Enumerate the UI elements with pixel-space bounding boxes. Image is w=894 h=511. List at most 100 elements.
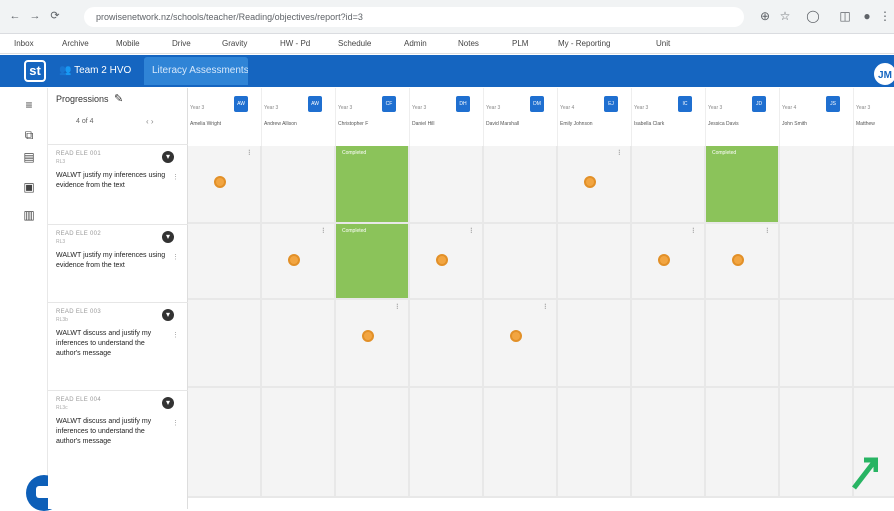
cell-menu-icon[interactable]: ⁝	[544, 302, 547, 312]
student-column-header[interactable]: Year 3 DH Daniel Hill	[410, 88, 484, 146]
progress-dot[interactable]	[510, 330, 522, 342]
more-icon[interactable]: ⋮	[172, 253, 179, 261]
assessment-cell[interactable]	[262, 146, 336, 224]
user-avatar[interactable]: JM	[872, 61, 894, 87]
assessment-cell[interactable]	[188, 388, 262, 498]
cell-menu-icon[interactable]: ⁝	[470, 226, 473, 236]
student-column-header[interactable]: Year 3MMMatthew	[854, 88, 894, 146]
objective-item[interactable]: READ ELE 004 RL3c WALWT discuss and justif…	[48, 390, 188, 490]
assessment-cell[interactable]	[780, 146, 854, 224]
assessment-cell[interactable]	[262, 300, 336, 388]
bookmark-item[interactable]: Mobile	[116, 39, 140, 48]
report-icon[interactable]: ▥	[22, 208, 36, 222]
menu-icon[interactable]: ⋮	[878, 9, 892, 23]
more-icon[interactable]: ⋮	[172, 331, 179, 339]
bookmark-item[interactable]: PLM	[512, 39, 528, 48]
student-column-header[interactable]: Year 3 AW Andrew Allison	[262, 88, 336, 146]
assessment-cell[interactable]	[632, 388, 706, 498]
assessment-cell[interactable]: Completed	[336, 224, 410, 300]
bookmark-item[interactable]: Archive	[62, 39, 89, 48]
objective-item[interactable]: READ ELE 002 RL3 WALWT justify my inferenc…	[48, 224, 188, 302]
assessment-cell[interactable]	[188, 224, 262, 300]
assessment-cell[interactable]	[854, 146, 894, 224]
assessment-cell[interactable]	[558, 300, 632, 388]
save-icon[interactable]: ▣	[22, 180, 36, 194]
assessment-cell[interactable]	[410, 300, 484, 388]
student-column-header[interactable]: Year 3 CF Christopher F	[336, 88, 410, 146]
pager-nav-icon[interactable]: ‹ ›	[146, 117, 154, 126]
star-icon[interactable]: ☆	[778, 9, 792, 23]
assessment-cell[interactable]	[632, 146, 706, 224]
objective-menu-icon[interactable]: ▾	[162, 397, 174, 409]
assessment-cell[interactable]	[632, 300, 706, 388]
team-button[interactable]: 👥 Team 2 HVO	[55, 60, 143, 82]
assessment-cell[interactable]	[336, 388, 410, 498]
progress-dot[interactable]	[584, 176, 596, 188]
bookmark-item[interactable]: Unit	[656, 39, 670, 48]
student-column-header[interactable]: Year 4 JS John Smith	[780, 88, 854, 146]
cell-menu-icon[interactable]: ⁝	[618, 148, 621, 158]
hamburger-icon[interactable]: ≡	[22, 98, 36, 112]
cell-menu-icon[interactable]: ⁝	[396, 302, 399, 312]
profile-icon[interactable]: ●	[860, 9, 874, 23]
assessment-cell[interactable]	[558, 388, 632, 498]
calendar-icon[interactable]: ▤	[22, 150, 36, 164]
bookmark-item[interactable]: Inbox	[14, 39, 34, 48]
cell-menu-icon[interactable]: ⁝	[248, 148, 251, 158]
sidebar-icon[interactable]: ◫	[838, 9, 852, 23]
bookmark-item[interactable]: HW - Pd	[280, 39, 310, 48]
more-icon[interactable]: ⋮	[172, 173, 179, 181]
assessment-cell[interactable]	[854, 224, 894, 300]
student-column-header[interactable]: Year 3 IC Isabella Clark	[632, 88, 706, 146]
cell-menu-icon[interactable]: ⁝	[766, 226, 769, 236]
more-icon[interactable]: ⋮	[172, 419, 179, 427]
extensions-icon[interactable]: ◯	[806, 9, 820, 23]
assessment-cell[interactable]: Completed	[706, 146, 780, 224]
bookmark-item[interactable]: Gravity	[222, 39, 247, 48]
edit-icon[interactable]: ✎	[114, 92, 123, 105]
address-bar[interactable]: prowisenetwork.nz/schools/teacher/Readin…	[84, 7, 744, 27]
assessment-cell[interactable]: Completed	[336, 146, 410, 224]
assessment-cell[interactable]	[854, 300, 894, 388]
assessment-cell[interactable]	[558, 224, 632, 300]
bookmark-item[interactable]: Schedule	[338, 39, 371, 48]
cell-menu-icon[interactable]: ⁝	[692, 226, 695, 236]
bookmark-item[interactable]: My - Reporting	[558, 39, 610, 48]
assessment-cell[interactable]	[410, 146, 484, 224]
assessment-cell[interactable]	[706, 300, 780, 388]
app-logo[interactable]: st	[24, 60, 46, 82]
assessment-cell[interactable]	[262, 388, 336, 498]
progress-dot[interactable]	[214, 176, 226, 188]
objective-menu-icon[interactable]: ▾	[162, 151, 174, 163]
student-column-header[interactable]: Year 3 DM David Marshall	[484, 88, 558, 146]
progress-dot[interactable]	[436, 254, 448, 266]
student-column-header[interactable]: Year 3 AW Amelia Wright	[188, 88, 262, 146]
assessment-cell[interactable]	[484, 224, 558, 300]
cell-menu-icon[interactable]: ⁝	[322, 226, 325, 236]
objective-menu-icon[interactable]: ▾	[162, 309, 174, 321]
forward-icon[interactable]: →	[28, 9, 42, 23]
progress-dot[interactable]	[732, 254, 744, 266]
objective-item[interactable]: READ ELE 001 RL3 WALWT justify my inferenc…	[48, 144, 188, 224]
expand-icon[interactable]	[852, 454, 878, 490]
copy-icon[interactable]: ⧉	[22, 128, 36, 142]
progress-dot[interactable]	[288, 254, 300, 266]
student-column-header[interactable]: Year 3 JD Jessica Davis	[706, 88, 780, 146]
assessment-cell[interactable]	[336, 300, 410, 388]
objective-item[interactable]: READ ELE 003 RL3b WALWT discuss and justif…	[48, 302, 188, 390]
reload-icon[interactable]: ⟳	[48, 9, 62, 23]
back-icon[interactable]: ←	[8, 9, 22, 23]
tab-active[interactable]: Literacy Assessments	[144, 57, 248, 85]
objective-menu-icon[interactable]: ▾	[162, 231, 174, 243]
assessment-cell[interactable]	[410, 388, 484, 498]
assessment-cell[interactable]	[780, 388, 854, 498]
zoom-icon[interactable]: ⊕	[758, 9, 772, 23]
progress-dot[interactable]	[362, 330, 374, 342]
assessment-cell[interactable]	[484, 388, 558, 498]
progress-dot[interactable]	[658, 254, 670, 266]
assessment-cell[interactable]	[780, 224, 854, 300]
assessment-cell[interactable]	[188, 300, 262, 388]
bookmark-item[interactable]: Notes	[458, 39, 479, 48]
assessment-cell[interactable]	[484, 300, 558, 388]
bookmark-item[interactable]: Admin	[404, 39, 427, 48]
